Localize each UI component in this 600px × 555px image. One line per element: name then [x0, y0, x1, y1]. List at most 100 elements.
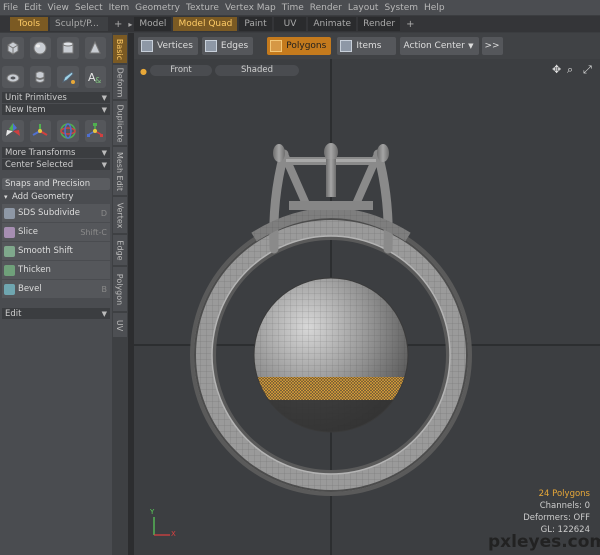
maximize-icon[interactable]: ⤢ — [583, 63, 592, 77]
menu-item[interactable]: Item — [109, 3, 130, 13]
vtab-mesh-edit[interactable]: Mesh Edit — [113, 147, 127, 195]
vertices-mode-button[interactable]: Vertices — [138, 37, 198, 55]
polygons-mode-button[interactable]: Polygons — [267, 37, 332, 55]
pan-icon[interactable]: ✥ — [552, 63, 561, 76]
3d-viewport[interactable]: ● Front Shaded ✥ ⌕ ⤢ Y X 24 Polygons Cha… — [134, 59, 600, 555]
tab-paint[interactable]: Paint — [239, 17, 272, 31]
more-transforms-label: More Transforms — [5, 147, 76, 158]
scale-icon[interactable] — [84, 120, 106, 142]
items-mode-button[interactable]: Items — [337, 37, 396, 55]
tab-animate[interactable]: Animate — [308, 17, 357, 31]
watermark: pxleyes.com — [488, 532, 600, 552]
vtab-deform[interactable]: Deform — [113, 65, 127, 99]
collapse-arrow-icon: ▾ — [4, 193, 8, 201]
add-layout-tab-icon[interactable]: + — [406, 19, 414, 30]
action-center-label: Action Center — [403, 41, 465, 51]
menu-time[interactable]: Time — [282, 3, 304, 13]
thicken-button[interactable]: Thicken — [2, 261, 110, 279]
vtab-uv[interactable]: UV — [113, 313, 127, 337]
viewport-menu-icon[interactable]: ● — [140, 67, 147, 76]
axis-x-label: X — [171, 530, 176, 538]
action-center-dropdown[interactable]: Action Center ▼ — [399, 37, 479, 55]
sds-subdivide-button[interactable]: SDS Subdivide D — [2, 204, 110, 222]
primitive-icons-row-2: A & — [0, 62, 112, 91]
tool-shortcut: Shift-C — [80, 227, 107, 237]
dropdown-arrow-icon: ▼ — [468, 42, 474, 50]
vtab-deform-label: Deform — [115, 67, 125, 97]
dropdown-arrow-icon: ▼ — [101, 105, 107, 114]
svg-text:&: & — [95, 76, 101, 85]
menu-texture[interactable]: Texture — [186, 3, 219, 13]
new-item-dropdown[interactable]: New Item ▼ — [2, 104, 110, 115]
rotate-icon[interactable] — [57, 120, 79, 142]
bevel-button[interactable]: Bevel B — [2, 280, 110, 298]
vtab-vertex[interactable]: Vertex — [113, 197, 127, 233]
dropdown-arrow-icon: ▼ — [101, 148, 107, 157]
menu-vertex-map[interactable]: Vertex Map — [225, 3, 276, 13]
menu-file[interactable]: File — [3, 3, 18, 13]
menu-geometry[interactable]: Geometry — [135, 3, 180, 13]
tool-shortcut: B — [101, 284, 108, 294]
tab-render[interactable]: Render — [358, 17, 401, 31]
tab-model-quad[interactable]: Model Quad — [173, 17, 238, 31]
tab-model[interactable]: Model — [134, 17, 172, 31]
thicken-icon — [4, 264, 15, 276]
tool-panel: A & Unit Primitives ▼ New Item ▼ More Trans… — [0, 33, 112, 555]
more-tools-button[interactable]: >> — [481, 37, 503, 55]
dropdown-arrow-icon: ▼ — [101, 160, 107, 169]
edges-label: Edges — [220, 41, 249, 51]
shading-selector[interactable]: Shaded — [215, 65, 299, 76]
sphere-icon[interactable] — [29, 36, 51, 59]
text-icon[interactable]: A & — [84, 65, 106, 88]
torus-icon[interactable] — [2, 65, 24, 88]
vtab-vertex-label: Vertex — [115, 202, 125, 228]
vtab-duplicate[interactable]: Duplicate — [113, 101, 127, 145]
move-icon[interactable] — [2, 120, 24, 142]
menu-select[interactable]: Select — [75, 3, 103, 13]
edges-mode-button[interactable]: Edges — [201, 37, 254, 55]
vtab-edge[interactable]: Edge — [113, 235, 127, 265]
menu-system[interactable]: System — [384, 3, 418, 13]
vertices-label: Vertices — [157, 41, 193, 51]
zoom-icon[interactable]: ⌕ — [567, 63, 573, 77]
tab-uv[interactable]: UV — [273, 17, 307, 31]
items-cube-icon — [340, 40, 353, 52]
tool-label: Bevel — [18, 284, 42, 294]
vtab-basic[interactable]: Basic — [113, 35, 127, 63]
unit-primitives-dropdown[interactable]: Unit Primitives ▼ — [2, 92, 110, 103]
pen-icon[interactable] — [57, 65, 79, 88]
menu-help[interactable]: Help — [424, 3, 445, 13]
smooth-shift-button[interactable]: Smooth Shift — [2, 242, 110, 260]
polygon-count: 24 Polygons — [538, 489, 590, 499]
vtab-polygon[interactable]: Polygon — [113, 267, 127, 311]
menu-edit[interactable]: Edit — [24, 3, 41, 13]
menu-render[interactable]: Render — [310, 3, 342, 13]
menu-layout[interactable]: Layout — [348, 3, 379, 13]
menu-view[interactable]: View — [48, 3, 69, 13]
transform-axes-icon[interactable] — [29, 120, 51, 142]
add-tab-icon[interactable]: + — [114, 19, 122, 30]
cone-icon[interactable] — [84, 36, 106, 59]
capsule-icon[interactable] — [29, 65, 51, 88]
tab-sculpt[interactable]: Sculpt/P... — [50, 17, 108, 31]
cube-icon[interactable] — [2, 36, 24, 59]
slice-button[interactable]: Slice Shift-C — [2, 223, 110, 241]
more-transforms-dropdown[interactable]: More Transforms ▼ — [2, 147, 110, 158]
next-arrow-icon[interactable]: ▸ — [128, 20, 132, 29]
add-geometry-header[interactable]: ▾ Add Geometry — [2, 192, 110, 203]
add-geometry-label: Add Geometry — [12, 192, 74, 202]
primitive-icons-row-1 — [0, 33, 112, 62]
center-selected-dropdown[interactable]: Center Selected ▼ — [2, 159, 110, 170]
tab-tools[interactable]: Tools — [10, 17, 48, 31]
vtab-duplicate-label: Duplicate — [115, 103, 125, 143]
snaps-precision-button[interactable]: Snaps and Precision — [2, 178, 110, 190]
vtab-polygon-label: Polygon — [115, 273, 125, 305]
view-selector[interactable]: Front — [150, 65, 212, 76]
channels-status: Channels: 0 — [539, 501, 590, 511]
tool-label: Smooth Shift — [18, 246, 73, 256]
edit-dropdown[interactable]: Edit ▼ — [2, 308, 110, 319]
viewport-canvas[interactable] — [134, 59, 600, 555]
cylinder-icon[interactable] — [57, 36, 79, 59]
smooth-shift-icon — [4, 245, 15, 257]
vtab-mesh-edit-label: Mesh Edit — [115, 151, 125, 191]
